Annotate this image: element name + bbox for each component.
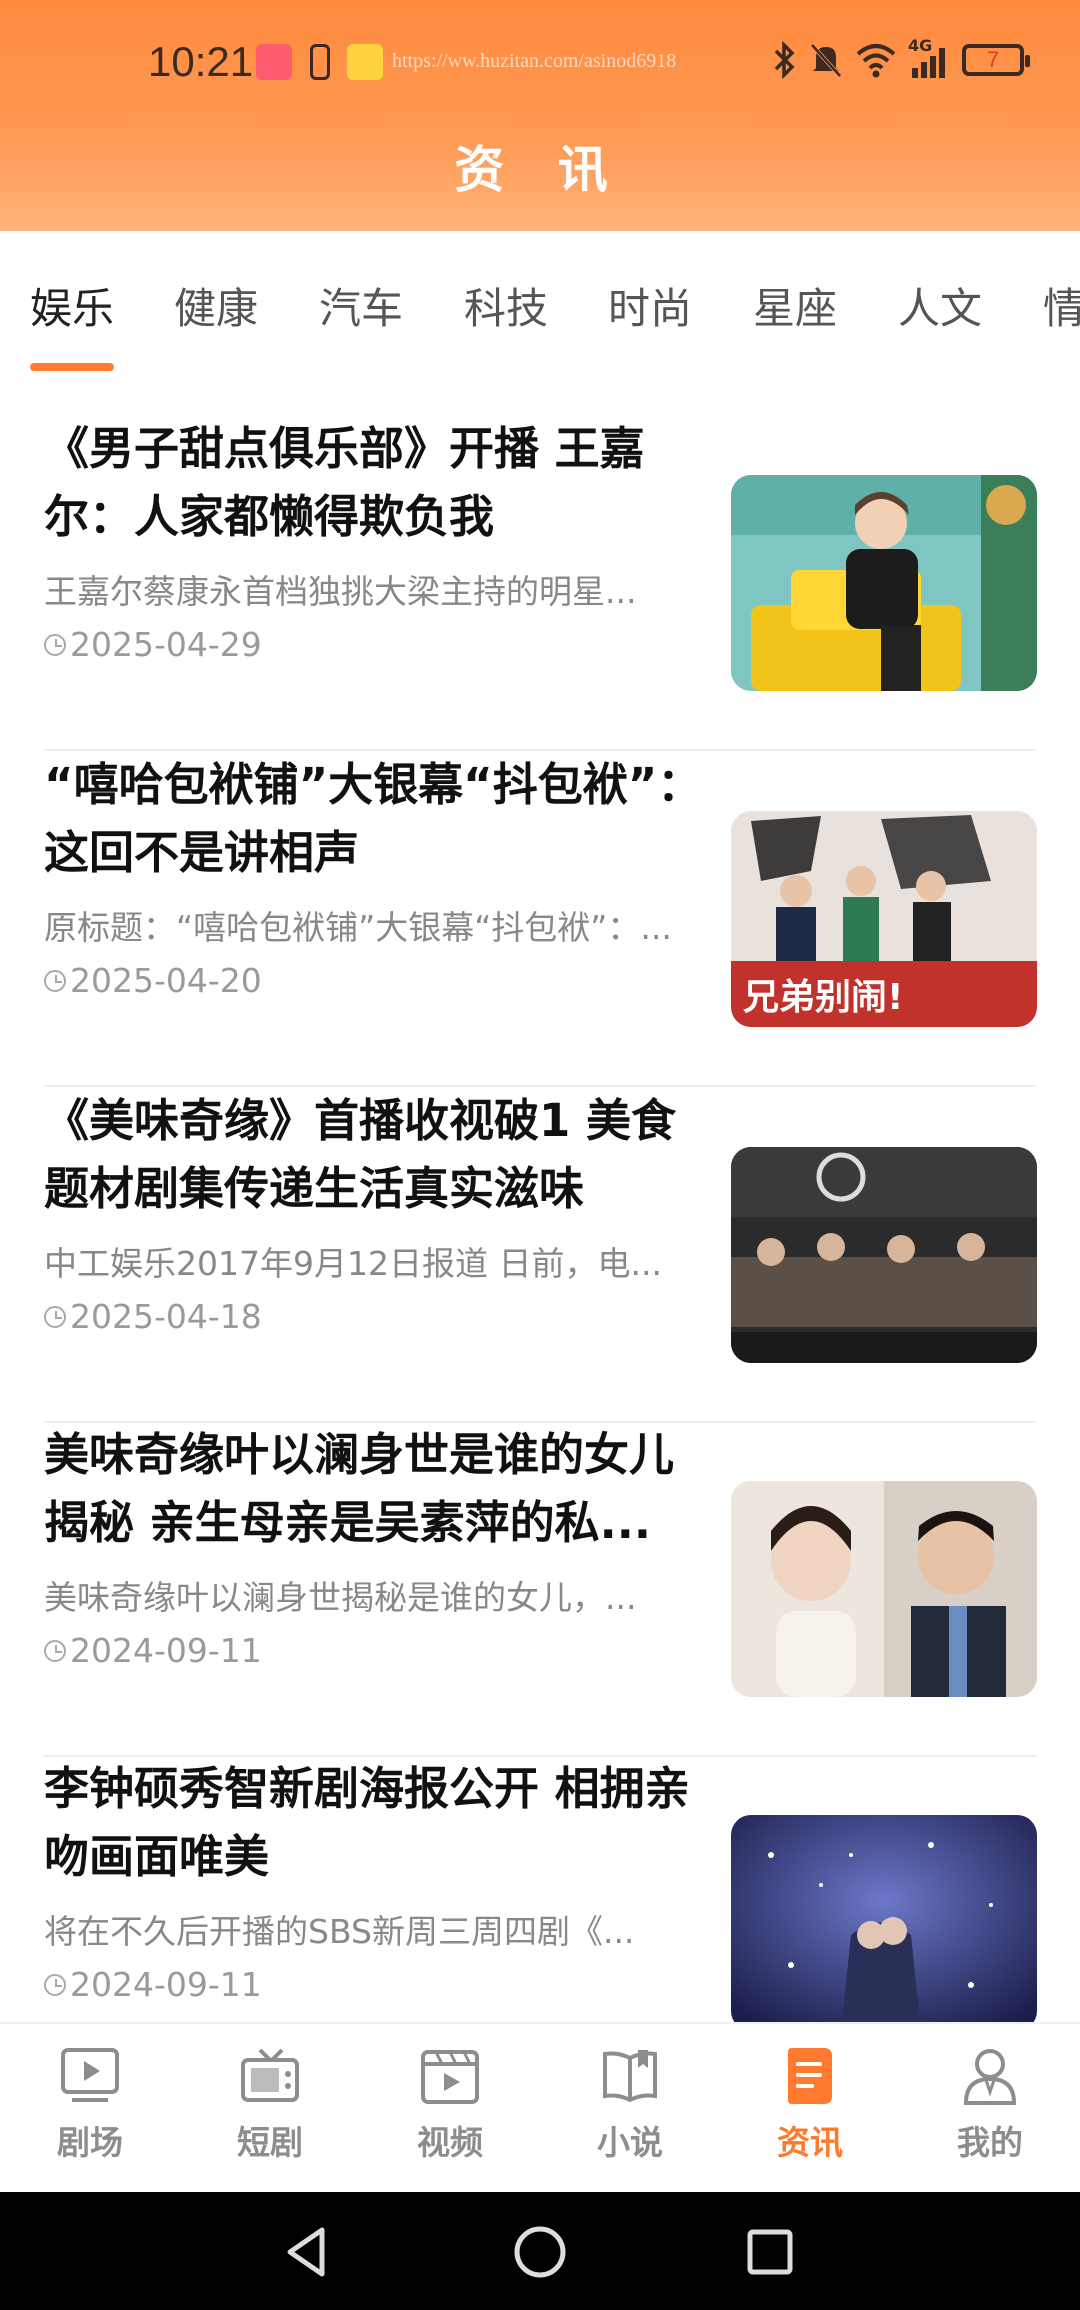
video-clapper-icon	[420, 2046, 480, 2106]
list-item[interactable]: “嘻哈包袱铺”大银幕“抖包袱”：这回不是讲相声 原标题：“嘻哈包袱铺”大银幕“抖…	[0, 751, 1080, 1087]
article-desc: 中工娱乐2017年9月12日报道 日前，电...	[44, 1244, 662, 1283]
tab-fashion[interactable]: 时尚	[608, 275, 692, 336]
article-thumbnail	[731, 1147, 1037, 1363]
huawei-store-icon	[256, 44, 292, 80]
clock-icon	[44, 633, 66, 656]
bottom-nav: 剧场 短剧 视频 小说 资讯 我的	[0, 2022, 1080, 2192]
recents-icon[interactable]	[740, 2222, 800, 2282]
signal-indicator: 4G	[908, 36, 952, 80]
article-date: 2025-04-20	[44, 961, 262, 1000]
nav-profile[interactable]: 我的	[900, 2046, 1080, 2164]
bluetooth-icon	[774, 40, 795, 80]
article-thumbnail	[731, 1481, 1037, 1697]
home-icon[interactable]	[510, 2222, 570, 2282]
clock-icon	[44, 1973, 66, 1996]
list-item[interactable]: 《美味奇缘》首播收视破1 美食题材剧集传递生活真实滋味 中工娱乐2017年9月1…	[0, 1087, 1080, 1423]
tab-tech[interactable]: 科技	[464, 275, 548, 336]
tab-horoscope[interactable]: 星座	[753, 275, 837, 336]
svg-text:兄弟别闹!: 兄弟别闹!	[743, 977, 903, 1018]
category-tabs: 娱乐 健康 汽车 科技 时尚 星座 人文 情	[0, 231, 1080, 371]
article-date: 2025-04-18	[44, 1297, 262, 1336]
clock-icon	[44, 969, 66, 992]
tab-emotion[interactable]: 情	[1043, 275, 1080, 336]
article-title: 美味奇缘叶以澜身世是谁的女儿揭秘 亲生母亲是吴素萍的私...	[44, 1428, 675, 1549]
article-desc: 美味奇缘叶以澜身世揭秘是谁的女儿，...	[44, 1578, 637, 1617]
system-nav-bar	[0, 2192, 1080, 2310]
nav-video[interactable]: 视频	[360, 2046, 540, 2164]
clock-icon	[44, 1305, 66, 1328]
article-desc: 原标题：“嘻哈包袱铺”大银幕“抖包袱”：...	[44, 908, 672, 947]
article-date: 2024-09-11	[44, 1965, 262, 2004]
status-right: 4G 7	[772, 36, 1030, 80]
tab-auto[interactable]: 汽车	[319, 275, 403, 336]
article-title: “嘻哈包袱铺”大银幕“抖包袱”：这回不是讲相声	[44, 758, 703, 879]
article-date: 2025-04-29	[44, 625, 262, 664]
clock-icon	[44, 1639, 66, 1662]
nav-news[interactable]: 资讯	[720, 2046, 900, 2164]
status-bar: 10:21 https://ww.huzitan.com/asinod6918 …	[0, 30, 1080, 100]
list-item[interactable]: 《男子甜点俱乐部》开播 王嘉尔：人家都懒得欺负我 王嘉尔蔡康永首档独挑大梁主持的…	[0, 415, 1080, 751]
news-doc-icon	[780, 2046, 840, 2106]
article-thumbnail: 兄弟别闹!	[731, 811, 1037, 1027]
status-url: https://ww.huzitan.com/asinod6918	[392, 50, 677, 72]
nav-short-drama[interactable]: 短剧	[180, 2046, 360, 2164]
weibo-icon	[347, 44, 383, 80]
phone-icon	[310, 44, 330, 80]
article-thumbnail	[731, 475, 1037, 691]
tv-icon	[240, 2046, 300, 2106]
tab-entertainment[interactable]: 娱乐	[30, 275, 114, 336]
tab-active-indicator	[30, 363, 114, 371]
book-icon	[600, 2046, 660, 2106]
article-title: 李钟硕秀智新剧海报公开 相拥亲吻画面唯美	[44, 1762, 690, 1883]
nav-novel[interactable]: 小说	[540, 2046, 720, 2164]
play-screen-icon	[60, 2046, 120, 2106]
back-icon[interactable]	[278, 2222, 338, 2282]
list-item[interactable]: 美味奇缘叶以澜身世是谁的女儿揭秘 亲生母亲是吴素萍的私... 美味奇缘叶以澜身世…	[0, 1421, 1080, 1757]
article-title: 《美味奇缘》首播收视破1 美食题材剧集传递生活真实滋味	[44, 1094, 676, 1215]
app-header: 10:21 https://ww.huzitan.com/asinod6918 …	[0, 0, 1080, 231]
article-desc: 王嘉尔蔡康永首档独挑大梁主持的明星...	[44, 572, 637, 611]
nav-theater[interactable]: 剧场	[0, 2046, 180, 2164]
page-title: 资 讯	[454, 141, 626, 199]
article-date: 2024-09-11	[44, 1631, 262, 1670]
article-desc: 将在不久后开播的SBS新周三周四剧《...	[44, 1912, 635, 1951]
user-icon	[960, 2046, 1020, 2106]
mute-bell-icon	[810, 43, 842, 78]
wifi-icon	[856, 44, 896, 78]
status-time: 10:21	[148, 38, 254, 85]
article-thumbnail	[731, 1815, 1037, 2031]
battery-icon: 7	[962, 44, 1030, 76]
tab-culture[interactable]: 人文	[898, 275, 982, 336]
article-title: 《男子甜点俱乐部》开播 王嘉尔：人家都懒得欺负我	[44, 422, 645, 543]
tab-health[interactable]: 健康	[174, 275, 258, 336]
